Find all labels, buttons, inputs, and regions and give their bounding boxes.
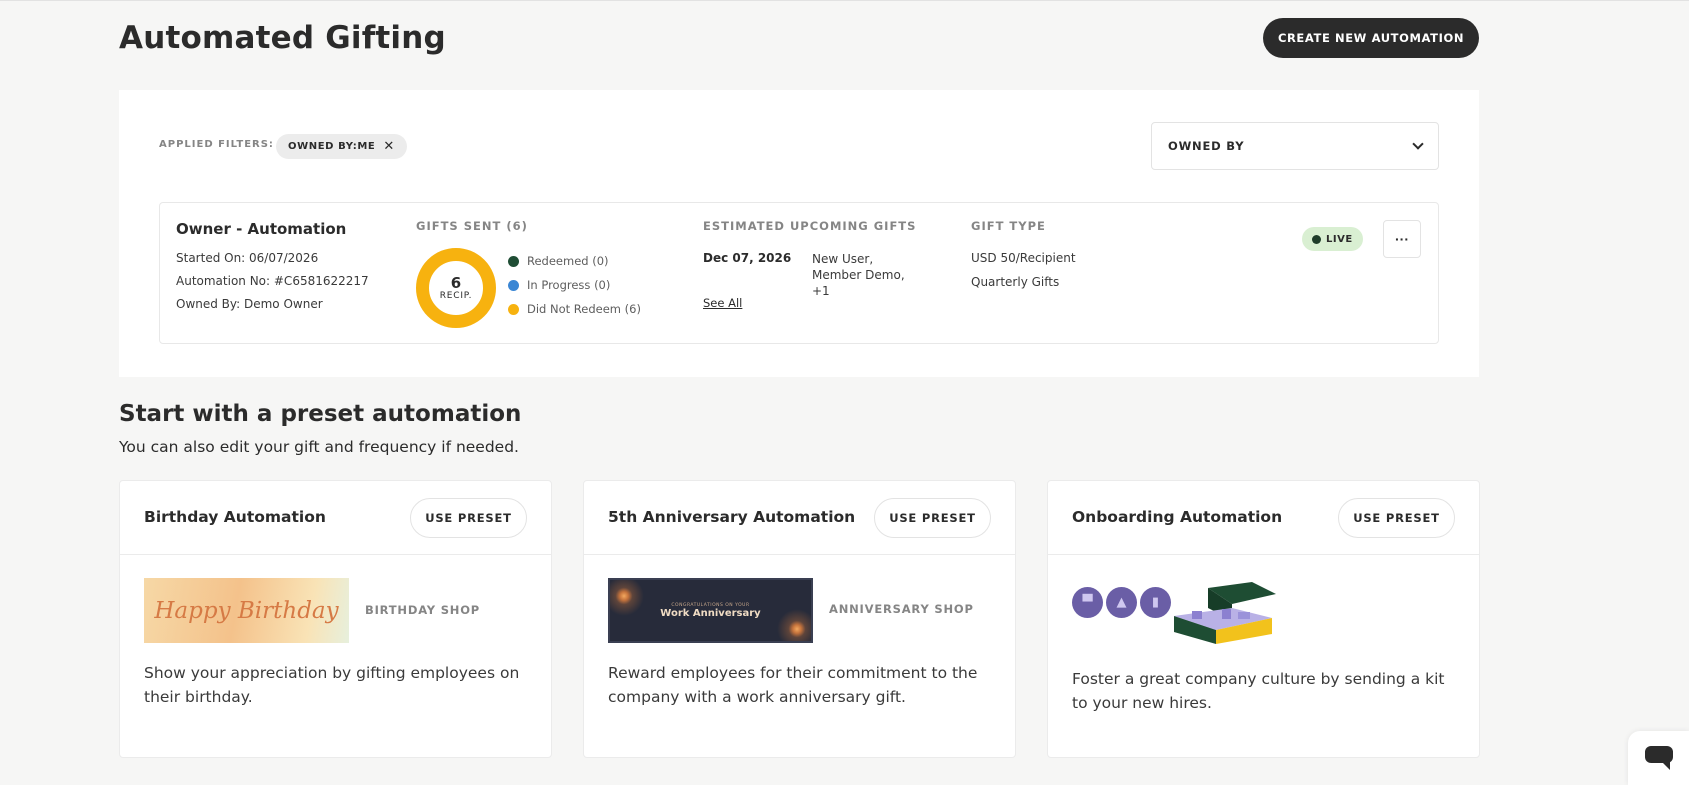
gift-type-label: GIFT TYPE [971,219,1046,233]
gift-amount: USD 50/Recipient [971,251,1076,265]
card-description: Show your appreciation by gifting employ… [144,664,520,706]
close-icon[interactable]: ✕ [383,140,395,153]
automation-number: Automation No: #C6581622217 [176,274,369,288]
automation-owner: Owned By: Demo Owner [176,297,323,311]
legend-redeemed: Redeemed (0) [508,254,609,268]
use-preset-button[interactable]: USE PRESET [1338,498,1455,538]
card-description: Foster a great company culture by sendin… [1072,670,1445,712]
onboarding-kit-image: ▀ ▲ ▮ [1072,576,1282,651]
upcoming-gifts-label: ESTIMATED UPCOMING GIFTS [703,219,917,233]
automation-card[interactable]: Owner - Automation Started On: 06/07/202… [159,202,1439,344]
anniversary-image-text: Work Anniversary [660,607,761,619]
automations-panel: APPLIED FILTERS: OWNED BY:ME ✕ OWNED BY … [119,90,1479,377]
donut-count: 6 [450,274,462,292]
card-header: Birthday Automation USE PRESET [120,481,551,555]
preset-card-onboarding: Onboarding Automation USE PRESET ▀ ▲ ▮ F… [1047,480,1480,758]
legend-label: In Progress (0) [527,278,611,292]
chevron-down-icon [1412,137,1424,150]
anniversary-shop-image: CONGRATULATIONS ON YOUR Work Anniversary [608,578,813,643]
firework-burst [610,580,644,616]
chat-widget-button[interactable] [1628,731,1689,785]
legend-dot [508,255,519,267]
upcoming-date: Dec 07, 2026 [703,251,792,265]
gift-name: Quarterly Gifts [971,275,1060,289]
preset-card-anniversary: 5th Anniversary Automation USE PRESET CO… [583,480,1016,758]
birthday-shop-link[interactable]: BIRTHDAY SHOP [365,603,480,617]
filter-chip-owned-by-me[interactable]: OWNED BY:ME ✕ [276,134,407,159]
legend-label: Did Not Redeem (6) [527,302,641,316]
chat-icon [1644,746,1673,770]
applied-filters-label: APPLIED FILTERS: [159,139,274,150]
owned-by-dropdown-label: OWNED BY [1168,139,1245,153]
anniversary-shop-link[interactable]: ANNIVERSARY SHOP [829,602,974,616]
status-label: LIVE [1326,233,1353,245]
legend-dot [508,303,519,315]
hoodie-icon: ▲ [1106,587,1137,618]
top-divider [0,0,1689,1]
gifts-sent-label: GIFTS SENT (6) [416,219,528,233]
upcoming-recipients: New User, Member Demo, +1 [812,252,905,298]
see-all-link[interactable]: See All [703,296,742,310]
tshirt-icon: ▀ [1072,587,1103,618]
page-title: Automated Gifting [119,20,446,56]
automation-name: Owner - Automation [176,220,347,238]
legend-in-progress: In Progress (0) [508,278,610,292]
use-preset-button[interactable]: USE PRESET [410,498,527,538]
status-badge: LIVE [1302,227,1363,251]
use-preset-button[interactable]: USE PRESET [874,498,991,538]
card-description: Reward employees for their commitment to… [608,664,978,706]
gifts-donut-chart: 6 RECIP. [416,248,496,328]
owned-by-dropdown[interactable]: OWNED BY [1151,122,1439,170]
card-header: 5th Anniversary Automation USE PRESET [584,481,1015,555]
create-automation-button[interactable]: CREATE NEW AUTOMATION [1263,18,1479,58]
filter-chip-label: OWNED BY:ME [288,141,376,152]
legend-did-not-redeem: Did Not Redeem (6) [508,302,641,316]
preset-section-title: Start with a preset automation [119,401,522,427]
bottle-icon: ▮ [1140,587,1171,618]
legend-label: Redeemed (0) [527,254,609,268]
preset-section-subtitle: You can also edit your gift and frequenc… [119,438,519,456]
preset-card-birthday: Birthday Automation USE PRESET Happy Bir… [119,480,552,758]
ellipsis-icon: ··· [1395,231,1409,247]
card-title: 5th Anniversary Automation [608,508,856,526]
donut-unit: RECIP. [439,291,473,301]
birthday-image-text: Happy Birthday [154,597,339,624]
automation-started-on: Started On: 06/07/2026 [176,251,319,265]
more-options-button[interactable]: ··· [1383,220,1421,258]
card-title: Birthday Automation [144,508,326,526]
firework-burst [777,609,811,641]
legend-dot [508,279,519,291]
gift-box-icon [1174,582,1276,644]
card-title: Onboarding Automation [1072,508,1283,526]
card-header: Onboarding Automation USE PRESET [1048,481,1479,555]
status-dot [1312,234,1321,244]
birthday-shop-image: Happy Birthday [144,578,349,643]
